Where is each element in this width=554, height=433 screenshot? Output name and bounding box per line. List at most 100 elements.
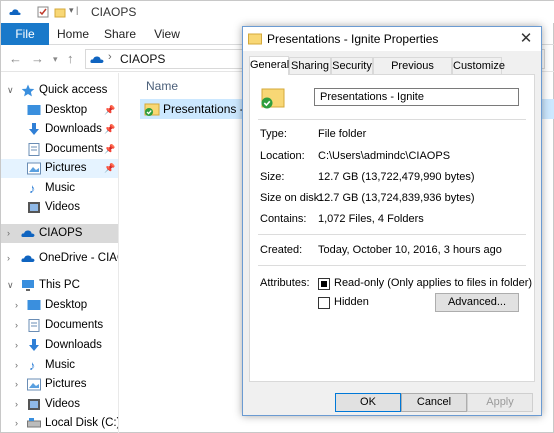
readonly-checkbox[interactable] bbox=[318, 278, 330, 290]
download-arrow-icon bbox=[29, 339, 39, 351]
advanced-button[interactable]: Advanced... bbox=[435, 293, 519, 312]
synced-folder-icon bbox=[144, 103, 160, 116]
expand-chevron-icon[interactable]: › bbox=[7, 224, 10, 243]
ribbon-tab-view[interactable]: View bbox=[147, 23, 187, 45]
expand-chevron-icon[interactable]: › bbox=[7, 249, 10, 268]
created-value: Today, October 10, 2016, 3 hours ago bbox=[318, 244, 502, 256]
folder-name-input[interactable]: Presentations - Ignite bbox=[314, 88, 519, 106]
nav-item-pictures[interactable]: Pictures 📌 bbox=[1, 159, 118, 178]
pin-icon: 📌 bbox=[104, 105, 116, 115]
column-header-name[interactable]: Name bbox=[146, 79, 178, 93]
pictures-icon bbox=[27, 162, 41, 175]
documents-icon bbox=[28, 319, 40, 332]
expand-chevron-icon[interactable]: › bbox=[15, 296, 18, 315]
cancel-button[interactable]: Cancel bbox=[401, 393, 467, 412]
address-path: CIAOPS bbox=[120, 52, 166, 66]
expand-chevron-icon[interactable]: › bbox=[15, 336, 18, 355]
expand-chevron-icon[interactable]: ∨ bbox=[7, 81, 14, 100]
type-value: File folder bbox=[318, 128, 367, 140]
nav-item-pc-music[interactable]: › ♪ Music bbox=[1, 356, 118, 375]
onedrive-location-icon bbox=[90, 56, 104, 63]
pin-icon: 📌 bbox=[104, 163, 116, 173]
nav-item-desktop[interactable]: Desktop 📌 bbox=[1, 101, 118, 120]
nav-item-documents[interactable]: Documents 📌 bbox=[1, 140, 118, 159]
nav-item-pc-pictures[interactable]: › Pictures bbox=[1, 375, 118, 394]
download-arrow-icon bbox=[29, 123, 39, 135]
nav-item-videos[interactable]: Videos bbox=[1, 198, 118, 217]
size-on-disk-value: 12.7 GB (13,724,839,936 bytes) bbox=[318, 192, 475, 204]
tab-previous-versions[interactable]: Previous Versions bbox=[373, 57, 452, 88]
close-icon[interactable]: ✕ bbox=[515, 29, 537, 49]
nav-item-quick-access[interactable]: ∨ Quick access bbox=[1, 81, 118, 100]
onedrive-icon bbox=[9, 9, 21, 15]
recent-locations-chevron-icon[interactable]: ▾ bbox=[53, 54, 58, 65]
contains-value: 1,072 Files, 4 Folders bbox=[318, 213, 424, 225]
divider bbox=[258, 265, 526, 266]
expand-chevron-icon[interactable]: › bbox=[15, 414, 18, 433]
expand-chevron-icon[interactable]: › bbox=[15, 395, 18, 414]
expand-chevron-icon[interactable]: › bbox=[15, 316, 18, 335]
videos-icon bbox=[28, 399, 40, 410]
drive-icon bbox=[27, 418, 41, 428]
hidden-checkbox[interactable] bbox=[318, 297, 330, 309]
hidden-label: Hidden bbox=[334, 296, 369, 308]
synced-folder-icon bbox=[261, 88, 285, 109]
nav-item-downloads[interactable]: Downloads 📌 bbox=[1, 120, 118, 139]
onedrive-icon bbox=[21, 255, 35, 262]
back-arrow-icon[interactable]: ← bbox=[9, 51, 22, 66]
desktop-icon bbox=[27, 300, 41, 310]
star-icon bbox=[21, 84, 35, 97]
new-folder-icon[interactable] bbox=[54, 6, 66, 18]
nav-item-pc-documents[interactable]: › Documents bbox=[1, 316, 118, 335]
ribbon-tab-home[interactable]: Home bbox=[53, 23, 93, 45]
explorer-titlebar: ▾ | CIAOPS bbox=[1, 1, 554, 23]
forward-arrow-icon[interactable]: → bbox=[31, 51, 44, 66]
navigation-pane: ∨ Quick access Desktop 📌 Downloads 📌 Doc… bbox=[1, 73, 119, 433]
attributes-label: Attributes: bbox=[260, 277, 310, 289]
nav-item-pc-downloads[interactable]: › Downloads bbox=[1, 336, 118, 355]
customize-quick-access-icon[interactable]: ▾ | bbox=[69, 5, 78, 16]
documents-icon bbox=[28, 143, 40, 156]
ok-button[interactable]: OK bbox=[335, 393, 401, 412]
window-title: CIAOPS bbox=[91, 5, 137, 19]
apply-button[interactable]: Apply bbox=[467, 393, 533, 412]
expand-chevron-icon[interactable]: › bbox=[15, 356, 18, 375]
readonly-label: Read-only (Only applies to files in fold… bbox=[334, 277, 533, 289]
location-label: Location: bbox=[260, 150, 305, 162]
properties-icon[interactable] bbox=[37, 6, 49, 18]
dialog-titlebar: Presentations - Ignite Properties ✕ bbox=[243, 27, 541, 51]
nav-item-music[interactable]: ♪ Music bbox=[1, 179, 118, 198]
size-on-disk-label: Size on disk: bbox=[260, 192, 323, 204]
properties-dialog: Presentations - Ignite Properties ✕ Gene… bbox=[242, 26, 542, 416]
tab-general[interactable]: General bbox=[249, 56, 289, 75]
dialog-tabs: General Sharing Security Previous Versio… bbox=[249, 56, 539, 88]
tab-sharing[interactable]: Sharing bbox=[289, 57, 331, 74]
music-note-icon: ♪ bbox=[29, 181, 36, 196]
location-value: C:\Users\admindc\CIAOPS bbox=[318, 150, 451, 162]
ribbon-tab-file[interactable]: File bbox=[1, 23, 49, 45]
onedrive-icon bbox=[21, 230, 35, 237]
expand-chevron-icon[interactable]: › bbox=[15, 375, 18, 394]
videos-icon bbox=[28, 202, 40, 213]
up-arrow-icon[interactable]: ↑ bbox=[67, 51, 74, 66]
breadcrumb-separator-icon: › bbox=[108, 51, 112, 63]
tab-security[interactable]: Security bbox=[331, 57, 373, 74]
nav-item-pc-videos[interactable]: › Videos bbox=[1, 395, 118, 414]
computer-icon bbox=[22, 280, 34, 291]
pin-icon: 📌 bbox=[104, 124, 116, 134]
ribbon-tab-share[interactable]: Share bbox=[100, 23, 140, 45]
music-note-icon: ♪ bbox=[29, 358, 36, 373]
pictures-icon bbox=[27, 378, 41, 391]
contains-label: Contains: bbox=[260, 213, 307, 225]
nav-item-ciaops[interactable]: › CIAOPS bbox=[1, 224, 118, 243]
tab-customize[interactable]: Customize bbox=[452, 57, 505, 74]
folder-icon bbox=[248, 33, 262, 45]
created-label: Created: bbox=[260, 244, 303, 256]
desktop-icon bbox=[27, 105, 41, 115]
expand-chevron-icon[interactable]: ∨ bbox=[7, 276, 14, 295]
nav-item-local-disk[interactable]: › Local Disk (C:) bbox=[1, 414, 118, 433]
nav-item-this-pc[interactable]: ∨ This PC bbox=[1, 276, 118, 295]
nav-item-pc-desktop[interactable]: › Desktop bbox=[1, 296, 118, 315]
size-label: Size: bbox=[260, 171, 285, 183]
nav-item-onedrive[interactable]: › OneDrive - CIAOP bbox=[1, 249, 118, 268]
